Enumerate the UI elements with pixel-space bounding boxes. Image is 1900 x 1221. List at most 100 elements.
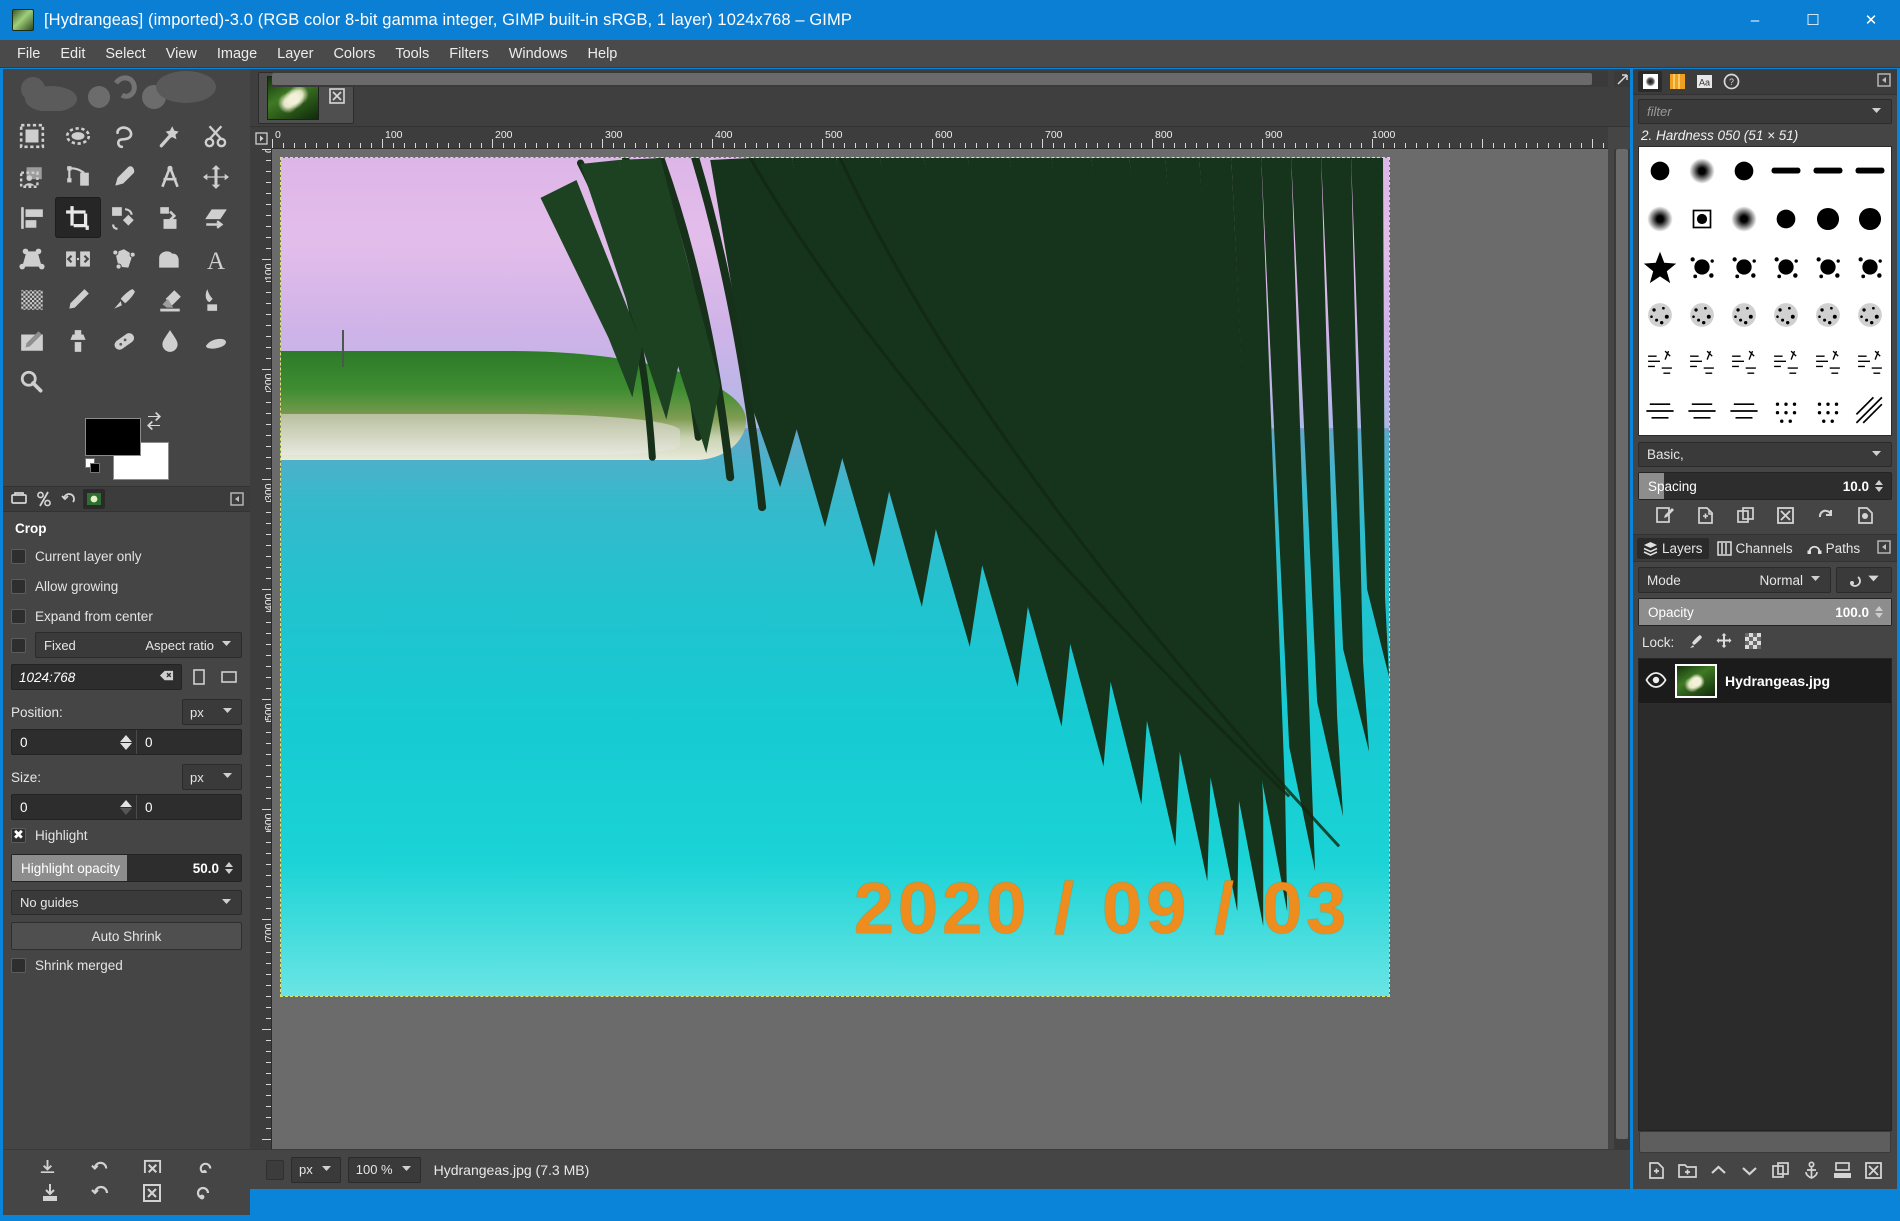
- brush-cell[interactable]: [1639, 195, 1681, 243]
- open-brush-as-image-icon[interactable]: [1852, 502, 1879, 532]
- brush-cell[interactable]: [1849, 243, 1891, 291]
- brush-cell[interactable]: [1723, 387, 1765, 435]
- tool-ellipse-select[interactable]: [55, 115, 101, 156]
- brush-cell[interactable]: [1849, 387, 1891, 435]
- unit-combo[interactable]: px: [291, 1156, 341, 1183]
- refresh-brushes-icon[interactable]: [1812, 502, 1839, 532]
- brush-cell[interactable]: [1765, 339, 1807, 387]
- maximize-button[interactable]: ☐: [1784, 0, 1842, 40]
- landscape-orientation-button[interactable]: [216, 664, 242, 690]
- brush-spacing-slider[interactable]: Spacing 10.0: [1638, 472, 1892, 500]
- clear-icon[interactable]: [159, 668, 174, 686]
- delete-tool-preset-button[interactable]: [138, 1179, 166, 1210]
- menu-view[interactable]: View: [157, 43, 206, 65]
- size-spinners[interactable]: 0 0: [11, 794, 242, 820]
- vertical-ruler[interactable]: 0 100 200 300 400 500 600 700: [250, 149, 272, 1151]
- portrait-orientation-button[interactable]: [186, 664, 212, 690]
- highlight-opacity-stepper[interactable]: [225, 862, 241, 874]
- brush-cell[interactable]: [1681, 243, 1723, 291]
- option-current-layer-only[interactable]: Current layer only: [11, 541, 242, 571]
- brush-cell[interactable]: [1681, 195, 1723, 243]
- brush-cell[interactable]: [1807, 387, 1849, 435]
- tool-dodge-burn[interactable]: [9, 361, 55, 402]
- auto-shrink-button[interactable]: Auto Shrink: [11, 922, 242, 950]
- menu-edit[interactable]: Edit: [51, 43, 94, 65]
- ruler-corner-menu-icon[interactable]: [250, 127, 272, 149]
- brush-cell[interactable]: [1723, 291, 1765, 339]
- undo-history-tab[interactable]: [58, 489, 80, 509]
- option-highlight[interactable]: Highlight: [11, 820, 242, 850]
- tool-warp-transform[interactable]: [147, 238, 193, 279]
- tool-color-picker[interactable]: [101, 156, 147, 197]
- checkbox-fixed[interactable]: [11, 637, 26, 653]
- brushes-menu-icon[interactable]: [1877, 73, 1891, 90]
- reset-colors-icon[interactable]: [85, 458, 101, 474]
- vertical-scrollbar[interactable]: [1614, 149, 1630, 1151]
- tab-paths[interactable]: Paths: [1801, 538, 1867, 559]
- brush-cell[interactable]: [1849, 291, 1891, 339]
- reset-tool-options-button[interactable]: [189, 1179, 217, 1210]
- tool-paintbrush[interactable]: [101, 279, 147, 320]
- chevron-down-icon[interactable]: [1870, 104, 1883, 120]
- size-unit-combo[interactable]: px: [182, 764, 242, 790]
- delete-layer-icon[interactable]: [1861, 1158, 1886, 1186]
- restore-tool-preset-button[interactable]: [87, 1179, 115, 1210]
- close-icon[interactable]: [329, 88, 345, 107]
- checkbox-highlight[interactable]: [11, 827, 26, 843]
- horizontal-scroll-thumb[interactable]: [272, 73, 1592, 85]
- canvas-area[interactable]: 2020 / 09 / 03: [272, 149, 1608, 1151]
- position-y-input[interactable]: 0: [137, 730, 241, 754]
- tool-fuzzy-select[interactable]: [147, 115, 193, 156]
- brush-cell[interactable]: [1807, 147, 1849, 195]
- images-tab[interactable]: [83, 489, 105, 509]
- navigation-preview-icon[interactable]: [1614, 71, 1630, 87]
- layer-visibility-icon[interactable]: [1645, 671, 1667, 691]
- tool-eraser[interactable]: [147, 279, 193, 320]
- delete-brush-icon[interactable]: [1772, 502, 1799, 532]
- menu-file[interactable]: File: [8, 43, 49, 65]
- position-x-stepper[interactable]: [116, 730, 136, 754]
- anchor-layer-icon[interactable]: [1799, 1158, 1824, 1186]
- brush-cell[interactable]: [1681, 147, 1723, 195]
- tool-ink[interactable]: [193, 279, 239, 320]
- menu-layer[interactable]: Layer: [268, 43, 322, 65]
- position-unit-combo[interactable]: px: [182, 699, 242, 725]
- zoom-combo[interactable]: 100 %: [347, 1156, 421, 1183]
- merge-down-icon[interactable]: [1830, 1158, 1855, 1186]
- brush-tag-combo[interactable]: Basic,: [1638, 442, 1892, 467]
- aspect-ratio-input[interactable]: 1024:768: [11, 664, 182, 690]
- brush-cell[interactable]: [1849, 147, 1891, 195]
- menu-colors[interactable]: Colors: [324, 43, 384, 65]
- brush-cell[interactable]: [1765, 243, 1807, 291]
- horizontal-scrollbar[interactable]: [272, 71, 1608, 87]
- menu-windows[interactable]: Windows: [500, 43, 577, 65]
- tool-perspective[interactable]: [9, 238, 55, 279]
- quick-mask-toggle[interactable]: [266, 1159, 284, 1180]
- tool-options-menu-icon[interactable]: [230, 492, 244, 506]
- option-expand-from-center[interactable]: Expand from center: [11, 601, 242, 631]
- tool-cage-transform[interactable]: [101, 238, 147, 279]
- brush-cell[interactable]: [1849, 195, 1891, 243]
- layer-row-hydrangeas[interactable]: Hydrangeas.jpg: [1639, 659, 1891, 703]
- layers-menu-icon[interactable]: [1877, 539, 1891, 557]
- brush-cell[interactable]: [1807, 195, 1849, 243]
- tool-scale[interactable]: [147, 197, 193, 238]
- option-shrink-merged[interactable]: Shrink merged: [11, 950, 242, 980]
- device-status-tab[interactable]: [33, 489, 55, 509]
- tool-flip[interactable]: [55, 238, 101, 279]
- tool-bucket-fill[interactable]: [9, 279, 55, 320]
- duplicate-brush-icon[interactable]: [1732, 502, 1759, 532]
- brush-cell[interactable]: [1639, 339, 1681, 387]
- save-tool-preset-button[interactable]: [36, 1179, 64, 1210]
- tool-rect-select[interactable]: [9, 115, 55, 156]
- brush-cell[interactable]: [1723, 339, 1765, 387]
- brush-cell[interactable]: [1639, 387, 1681, 435]
- brush-cell[interactable]: [1807, 339, 1849, 387]
- checkbox-shrink-merged[interactable]: [11, 957, 26, 973]
- fixed-aspect-combo[interactable]: Fixed Aspect ratio: [35, 632, 242, 658]
- brush-spacing-stepper[interactable]: [1875, 480, 1891, 492]
- tool-rotate[interactable]: [101, 197, 147, 238]
- menu-help[interactable]: Help: [579, 43, 627, 65]
- tool-clone[interactable]: [55, 320, 101, 361]
- brush-cell[interactable]: [1765, 195, 1807, 243]
